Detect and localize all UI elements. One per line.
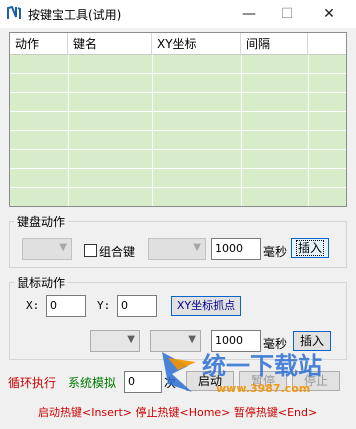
chevron-down-icon: ▼ bbox=[127, 334, 135, 345]
list-row[interactable] bbox=[10, 188, 346, 206]
column-divider bbox=[308, 55, 309, 206]
list-row[interactable] bbox=[10, 93, 346, 112]
y-input[interactable]: 0 bbox=[117, 295, 157, 317]
list-row[interactable] bbox=[10, 55, 346, 74]
keyboard-insert-button[interactable]: 插入 bbox=[291, 238, 329, 258]
chevron-down-icon: ▼ bbox=[59, 242, 67, 253]
column-header-action[interactable]: 动作 bbox=[10, 33, 68, 55]
key-select[interactable]: ▼ bbox=[22, 238, 72, 260]
combo-key-checkbox[interactable] bbox=[84, 244, 97, 257]
column-header-xy[interactable]: XY坐标 bbox=[152, 33, 241, 55]
column-header-key[interactable]: 键名 bbox=[68, 33, 152, 55]
action-list[interactable]: 动作 键名 XY坐标 间隔 bbox=[9, 32, 347, 207]
watermark-logo: 统一下载站 www.3987.com bbox=[162, 352, 322, 395]
watermark-text: 统一下载站 bbox=[202, 352, 322, 380]
list-row[interactable] bbox=[10, 74, 346, 93]
y-label: Y: bbox=[97, 299, 111, 312]
combo-key-label: 组合键 bbox=[99, 245, 136, 259]
x-label: X: bbox=[26, 299, 40, 312]
column-divider bbox=[152, 55, 153, 206]
close-button[interactable]: ✕ bbox=[309, 0, 349, 28]
xy-capture-button[interactable]: XY坐标抓点 bbox=[171, 296, 241, 316]
list-row[interactable] bbox=[10, 169, 346, 188]
loop-execute-label[interactable]: 循环执行 bbox=[8, 374, 56, 391]
list-row[interactable] bbox=[10, 112, 346, 131]
window-title: 按键宝工具(试用) bbox=[28, 8, 122, 22]
column-header-interval[interactable]: 间隔 bbox=[241, 33, 308, 55]
minimize-button[interactable]: — bbox=[229, 0, 269, 28]
maximize-button[interactable]: ☐ bbox=[267, 0, 307, 28]
hotkeys-info: 启动热键<Insert> 停止热键<Home> 暂停热键<End> bbox=[38, 406, 318, 419]
x-input[interactable]: 0 bbox=[46, 295, 86, 317]
mouse-group-label: 鼠标动作 bbox=[14, 274, 69, 291]
watermark-url: www.3987.com bbox=[216, 382, 310, 395]
repeat-count-input[interactable]: 0 bbox=[124, 371, 162, 393]
combo-key-select[interactable]: ▼ bbox=[148, 238, 206, 260]
system-simulate-label[interactable]: 系统模拟 bbox=[68, 374, 116, 391]
keyboard-interval-unit: 毫秒 bbox=[263, 245, 288, 259]
list-row[interactable] bbox=[10, 131, 346, 150]
column-divider bbox=[68, 55, 69, 206]
chevron-down-icon: ▼ bbox=[193, 242, 201, 253]
keyboard-group-label: 键盘动作 bbox=[14, 213, 69, 230]
mouse-button-select[interactable]: ▼ bbox=[90, 330, 140, 352]
column-divider bbox=[241, 55, 242, 206]
app-icon bbox=[7, 5, 21, 19]
keyboard-interval-input[interactable]: 1000 bbox=[211, 238, 261, 260]
list-row[interactable] bbox=[10, 150, 346, 169]
list-header: 动作 键名 XY坐标 间隔 bbox=[10, 33, 346, 55]
